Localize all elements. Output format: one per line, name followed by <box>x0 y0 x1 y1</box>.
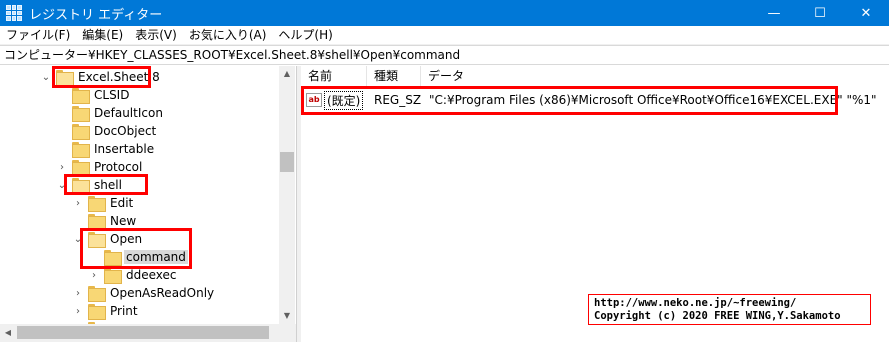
menu-view[interactable]: 表示(V) <box>129 26 183 45</box>
chevron-right-icon[interactable]: › <box>72 194 84 212</box>
key-tree-pane[interactable]: ⌄ Excel.Sheet.8 CLSID DefaultIcon DocObject I… <box>0 66 296 342</box>
tree-node[interactable]: Insertable <box>56 140 156 158</box>
tree-node-label: ddeexec <box>126 268 177 282</box>
annotation-box-excel-sheet-8 <box>52 66 151 88</box>
title-bar: レジストリ エディター — ☐ ✕ <box>0 0 889 26</box>
tree-horizontal-scrollbar[interactable]: ◀ <box>0 324 279 342</box>
folder-icon <box>72 124 90 140</box>
close-button[interactable]: ✕ <box>843 0 889 26</box>
folder-icon <box>88 214 106 230</box>
annotation-box-default-value <box>301 86 838 115</box>
folder-icon <box>72 106 90 122</box>
tree-node[interactable]: › Print <box>72 302 140 320</box>
scroll-up-icon[interactable]: ▲ <box>279 66 295 82</box>
tree-horizontal-scroll-thumb[interactable] <box>17 326 269 339</box>
tree-node-label: DefaultIcon <box>94 106 163 120</box>
expander-placeholder <box>56 86 68 104</box>
tree-node-label: CLSID <box>94 88 130 102</box>
menu-help[interactable]: ヘルプ(H) <box>272 26 338 45</box>
chevron-right-icon[interactable]: › <box>72 284 84 302</box>
address-bar[interactable]: コンピューター¥HKEY_CLASSES_ROOT¥Excel.Sheet.8¥… <box>0 45 889 65</box>
folder-icon <box>88 286 106 302</box>
tree-node[interactable]: › OpenAsReadOnly <box>72 284 216 302</box>
tree-node-label: Edit <box>110 196 134 210</box>
folder-icon <box>72 88 90 104</box>
column-header-type[interactable]: 種類 <box>367 66 421 87</box>
tree-node-label: OpenAsReadOnly <box>110 286 215 300</box>
expander-placeholder <box>56 140 68 158</box>
annotation-box-shell <box>64 174 148 195</box>
tree-node[interactable]: DefaultIcon <box>56 104 165 122</box>
column-header-name[interactable]: 名前 <box>301 66 367 87</box>
tree-node-label: Insertable <box>94 142 155 156</box>
tree-node[interactable]: › Edit <box>72 194 135 212</box>
expander-placeholder <box>56 104 68 122</box>
chevron-right-icon[interactable]: › <box>72 302 84 320</box>
credit-copyright: Copyright (c) 2020 FREE WING,Y.Sakamoto <box>594 310 841 322</box>
chevron-down-icon[interactable]: ⌄ <box>40 68 52 86</box>
folder-icon <box>72 142 90 158</box>
folder-icon <box>104 268 122 284</box>
menu-bar: ファイル(F) 編集(E) 表示(V) お気に入り(A) ヘルプ(H) <box>0 26 889 45</box>
scrollbar-corner <box>279 324 296 342</box>
expander-placeholder <box>56 122 68 140</box>
scroll-left-icon[interactable]: ◀ <box>0 324 16 342</box>
tree-node[interactable]: DocObject <box>56 122 158 140</box>
folder-icon <box>88 304 106 320</box>
menu-file[interactable]: ファイル(F) <box>0 26 76 45</box>
column-header-data[interactable]: データ <box>421 66 889 87</box>
tree-node[interactable]: CLSID <box>56 86 131 104</box>
minimize-button[interactable]: — <box>751 0 797 26</box>
menu-edit[interactable]: 編集(E) <box>76 26 129 45</box>
tree-node-label: Protocol <box>94 160 143 174</box>
tree-node-label: DocObject <box>94 124 157 138</box>
menu-favorites[interactable]: お気に入り(A) <box>183 26 273 45</box>
maximize-button[interactable]: ☐ <box>797 0 843 26</box>
credit-watermark: http://www.neko.ne.jp/~freewing/ Copyrig… <box>588 294 871 325</box>
tree-node-label: New <box>110 214 137 228</box>
folder-icon <box>88 196 106 212</box>
tree-vertical-scrollbar[interactable]: ▲ ▼ <box>279 66 295 324</box>
tree-vertical-scroll-thumb[interactable] <box>280 152 294 172</box>
window-title: レジストリ エディター <box>29 7 163 23</box>
scroll-down-icon[interactable]: ▼ <box>279 308 295 324</box>
registry-editor-icon <box>6 5 22 21</box>
credit-url: http://www.neko.ne.jp/~freewing/ <box>594 297 797 309</box>
annotation-box-open-command <box>80 228 192 269</box>
tree-node-label: Print <box>110 304 138 318</box>
folder-icon <box>72 160 90 176</box>
